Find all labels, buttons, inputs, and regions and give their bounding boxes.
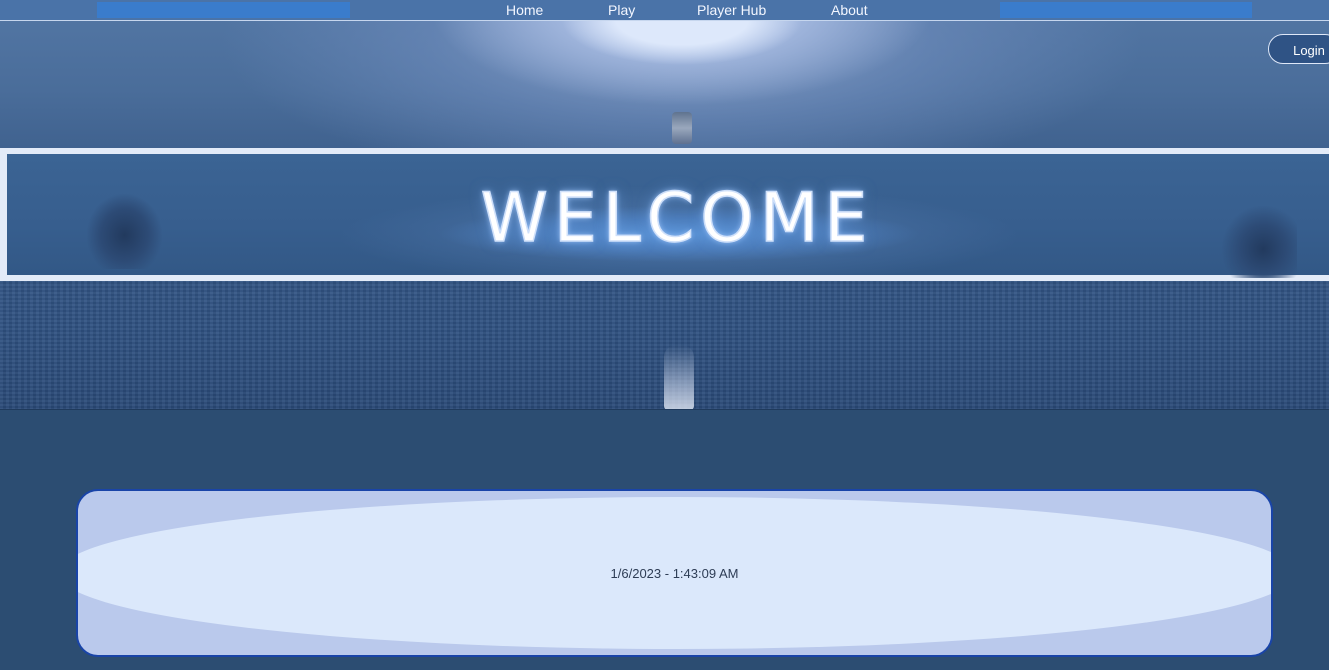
nav-band-right bbox=[1000, 2, 1252, 18]
banner-background: WELCOME bbox=[7, 154, 1329, 278]
ship-wake-image bbox=[664, 345, 694, 410]
welcome-title: WELCOME bbox=[480, 179, 874, 258]
distant-ship-image bbox=[672, 112, 692, 144]
nav-item-about[interactable]: About bbox=[831, 2, 868, 18]
nav-item-player-hub[interactable]: Player Hub bbox=[697, 2, 766, 18]
nav-band-left bbox=[97, 2, 350, 18]
banner-left-border bbox=[0, 154, 7, 275]
nav-item-home[interactable]: Home bbox=[506, 2, 543, 18]
login-button[interactable]: Login bbox=[1268, 34, 1329, 64]
hero-divider bbox=[0, 409, 1329, 410]
top-navigation: Home Play Player Hub About bbox=[0, 0, 1329, 21]
current-datetime: 1/6/2023 - 1:43:09 AM bbox=[610, 566, 739, 581]
welcome-banner: WELCOME bbox=[0, 148, 1329, 281]
nav-item-play[interactable]: Play bbox=[608, 2, 635, 18]
datetime-card: 1/6/2023 - 1:43:09 AM bbox=[76, 489, 1273, 657]
